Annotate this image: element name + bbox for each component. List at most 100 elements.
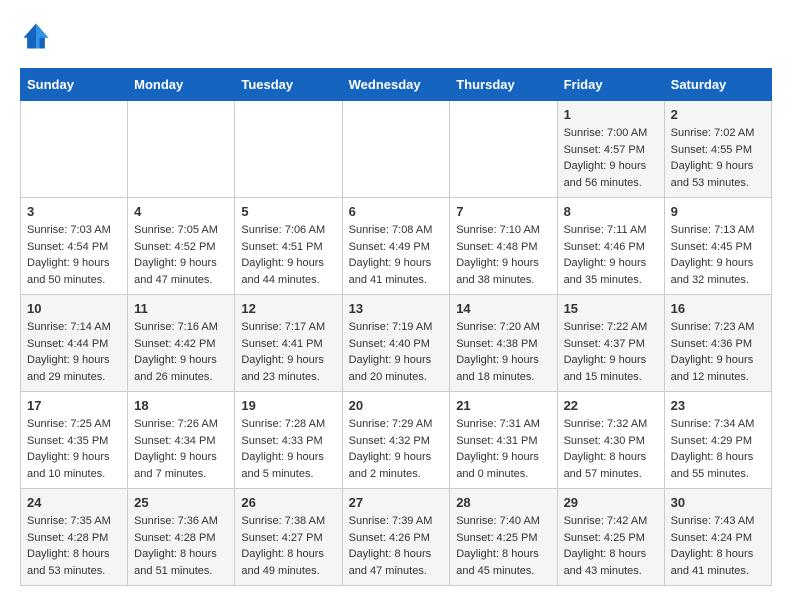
day-number: 12 [241,301,335,316]
day-number: 11 [134,301,228,316]
calendar-cell [21,101,128,198]
day-number: 8 [564,204,658,219]
day-detail: Sunrise: 7:40 AMSunset: 4:25 PMDaylight:… [456,513,550,579]
day-detail: Sunrise: 7:34 AMSunset: 4:29 PMDaylight:… [671,416,765,482]
day-detail: Sunrise: 7:32 AMSunset: 4:30 PMDaylight:… [564,416,658,482]
page-header [20,20,772,52]
logo [20,20,56,52]
day-detail: Sunrise: 7:42 AMSunset: 4:25 PMDaylight:… [564,513,658,579]
calendar-cell [450,101,557,198]
day-detail: Sunrise: 7:35 AMSunset: 4:28 PMDaylight:… [27,513,121,579]
calendar-cell: 7 Sunrise: 7:10 AMSunset: 4:48 PMDayligh… [450,198,557,295]
day-detail: Sunrise: 7:02 AMSunset: 4:55 PMDaylight:… [671,125,765,191]
calendar-cell: 6 Sunrise: 7:08 AMSunset: 4:49 PMDayligh… [342,198,450,295]
day-number: 16 [671,301,765,316]
day-detail: Sunrise: 7:26 AMSunset: 4:34 PMDaylight:… [134,416,228,482]
calendar-cell: 30 Sunrise: 7:43 AMSunset: 4:24 PMDaylig… [664,489,771,586]
day-detail: Sunrise: 7:14 AMSunset: 4:44 PMDaylight:… [27,319,121,385]
calendar-cell: 13 Sunrise: 7:19 AMSunset: 4:40 PMDaylig… [342,295,450,392]
calendar-cell: 24 Sunrise: 7:35 AMSunset: 4:28 PMDaylig… [21,489,128,586]
day-detail: Sunrise: 7:16 AMSunset: 4:42 PMDaylight:… [134,319,228,385]
calendar-cell: 14 Sunrise: 7:20 AMSunset: 4:38 PMDaylig… [450,295,557,392]
calendar-cell: 23 Sunrise: 7:34 AMSunset: 4:29 PMDaylig… [664,392,771,489]
calendar: SundayMondayTuesdayWednesdayThursdayFrid… [20,68,772,586]
day-detail: Sunrise: 7:00 AMSunset: 4:57 PMDaylight:… [564,125,658,191]
calendar-cell: 27 Sunrise: 7:39 AMSunset: 4:26 PMDaylig… [342,489,450,586]
day-detail: Sunrise: 7:19 AMSunset: 4:40 PMDaylight:… [349,319,444,385]
day-detail: Sunrise: 7:05 AMSunset: 4:52 PMDaylight:… [134,222,228,288]
calendar-cell: 11 Sunrise: 7:16 AMSunset: 4:42 PMDaylig… [128,295,235,392]
calendar-cell: 2 Sunrise: 7:02 AMSunset: 4:55 PMDayligh… [664,101,771,198]
day-detail: Sunrise: 7:23 AMSunset: 4:36 PMDaylight:… [671,319,765,385]
day-detail: Sunrise: 7:13 AMSunset: 4:45 PMDaylight:… [671,222,765,288]
calendar-cell: 20 Sunrise: 7:29 AMSunset: 4:32 PMDaylig… [342,392,450,489]
calendar-cell: 29 Sunrise: 7:42 AMSunset: 4:25 PMDaylig… [557,489,664,586]
day-detail: Sunrise: 7:08 AMSunset: 4:49 PMDaylight:… [349,222,444,288]
calendar-cell: 15 Sunrise: 7:22 AMSunset: 4:37 PMDaylig… [557,295,664,392]
weekday-header: Thursday [450,69,557,101]
day-number: 26 [241,495,335,510]
calendar-cell: 21 Sunrise: 7:31 AMSunset: 4:31 PMDaylig… [450,392,557,489]
day-detail: Sunrise: 7:03 AMSunset: 4:54 PMDaylight:… [27,222,121,288]
calendar-cell: 19 Sunrise: 7:28 AMSunset: 4:33 PMDaylig… [235,392,342,489]
calendar-cell: 26 Sunrise: 7:38 AMSunset: 4:27 PMDaylig… [235,489,342,586]
calendar-cell: 9 Sunrise: 7:13 AMSunset: 4:45 PMDayligh… [664,198,771,295]
day-number: 22 [564,398,658,413]
calendar-cell: 10 Sunrise: 7:14 AMSunset: 4:44 PMDaylig… [21,295,128,392]
weekday-header: Sunday [21,69,128,101]
day-number: 30 [671,495,765,510]
day-number: 28 [456,495,550,510]
calendar-cell: 25 Sunrise: 7:36 AMSunset: 4:28 PMDaylig… [128,489,235,586]
weekday-header: Tuesday [235,69,342,101]
calendar-cell: 17 Sunrise: 7:25 AMSunset: 4:35 PMDaylig… [21,392,128,489]
calendar-cell [235,101,342,198]
calendar-week-row: 3 Sunrise: 7:03 AMSunset: 4:54 PMDayligh… [21,198,772,295]
day-number: 5 [241,204,335,219]
day-detail: Sunrise: 7:28 AMSunset: 4:33 PMDaylight:… [241,416,335,482]
day-detail: Sunrise: 7:43 AMSunset: 4:24 PMDaylight:… [671,513,765,579]
day-number: 29 [564,495,658,510]
day-number: 19 [241,398,335,413]
weekday-header-row: SundayMondayTuesdayWednesdayThursdayFrid… [21,69,772,101]
calendar-cell: 22 Sunrise: 7:32 AMSunset: 4:30 PMDaylig… [557,392,664,489]
calendar-week-row: 1 Sunrise: 7:00 AMSunset: 4:57 PMDayligh… [21,101,772,198]
calendar-cell: 18 Sunrise: 7:26 AMSunset: 4:34 PMDaylig… [128,392,235,489]
day-detail: Sunrise: 7:36 AMSunset: 4:28 PMDaylight:… [134,513,228,579]
day-number: 1 [564,107,658,122]
day-number: 21 [456,398,550,413]
day-number: 17 [27,398,121,413]
day-detail: Sunrise: 7:29 AMSunset: 4:32 PMDaylight:… [349,416,444,482]
calendar-cell: 1 Sunrise: 7:00 AMSunset: 4:57 PMDayligh… [557,101,664,198]
calendar-cell: 5 Sunrise: 7:06 AMSunset: 4:51 PMDayligh… [235,198,342,295]
calendar-cell: 28 Sunrise: 7:40 AMSunset: 4:25 PMDaylig… [450,489,557,586]
day-number: 24 [27,495,121,510]
weekday-header: Friday [557,69,664,101]
calendar-cell [342,101,450,198]
calendar-cell: 16 Sunrise: 7:23 AMSunset: 4:36 PMDaylig… [664,295,771,392]
calendar-cell: 12 Sunrise: 7:17 AMSunset: 4:41 PMDaylig… [235,295,342,392]
day-number: 15 [564,301,658,316]
day-number: 25 [134,495,228,510]
day-number: 6 [349,204,444,219]
day-detail: Sunrise: 7:17 AMSunset: 4:41 PMDaylight:… [241,319,335,385]
day-number: 2 [671,107,765,122]
calendar-cell [128,101,235,198]
day-detail: Sunrise: 7:11 AMSunset: 4:46 PMDaylight:… [564,222,658,288]
day-detail: Sunrise: 7:22 AMSunset: 4:37 PMDaylight:… [564,319,658,385]
logo-icon [20,20,52,52]
day-detail: Sunrise: 7:25 AMSunset: 4:35 PMDaylight:… [27,416,121,482]
calendar-cell: 3 Sunrise: 7:03 AMSunset: 4:54 PMDayligh… [21,198,128,295]
day-number: 9 [671,204,765,219]
calendar-week-row: 10 Sunrise: 7:14 AMSunset: 4:44 PMDaylig… [21,295,772,392]
day-number: 23 [671,398,765,413]
weekday-header: Monday [128,69,235,101]
weekday-header: Saturday [664,69,771,101]
calendar-week-row: 24 Sunrise: 7:35 AMSunset: 4:28 PMDaylig… [21,489,772,586]
day-number: 18 [134,398,228,413]
day-number: 10 [27,301,121,316]
day-number: 27 [349,495,444,510]
day-detail: Sunrise: 7:31 AMSunset: 4:31 PMDaylight:… [456,416,550,482]
calendar-week-row: 17 Sunrise: 7:25 AMSunset: 4:35 PMDaylig… [21,392,772,489]
day-number: 13 [349,301,444,316]
day-number: 3 [27,204,121,219]
